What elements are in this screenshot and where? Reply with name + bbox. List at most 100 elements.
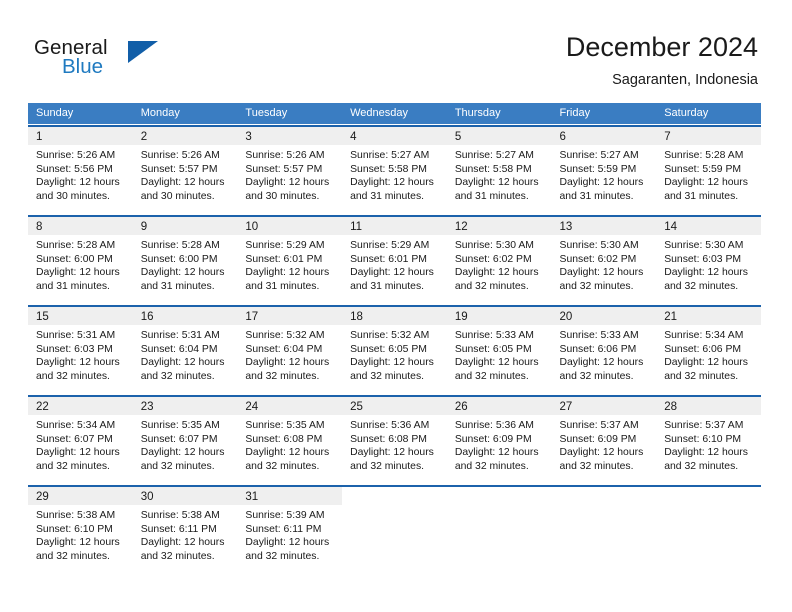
sunset-text: Sunset: 6:11 PM <box>245 523 322 535</box>
day-cell[interactable]: 31 Sunrise: 5:39 AM Sunset: 6:11 PM Dayl… <box>237 487 343 573</box>
sunset-text: Sunset: 5:59 PM <box>664 163 742 175</box>
daylight-text-line1: Daylight: 12 hours <box>454 447 539 459</box>
day-details: Sunrise: 5:26 AM Sunset: 5:57 PM Dayligh… <box>237 145 342 203</box>
day-cell[interactable]: 22 Sunrise: 5:34 AM Sunset: 6:07 PM Dayl… <box>28 397 133 483</box>
daylight-text-line1: Daylight: 12 hours <box>245 357 330 369</box>
daylight-text-line2: and 32 minutes. <box>245 460 320 472</box>
sunset-text: Sunset: 6:07 PM <box>36 433 113 445</box>
day-number: 6 <box>551 127 657 145</box>
weekday-header-saturday: Saturday <box>664 107 709 119</box>
day-cell[interactable]: 20 Sunrise: 5:33 AM Sunset: 6:06 PM Dayl… <box>551 307 657 393</box>
day-details: Sunrise: 5:30 AM Sunset: 6:02 PM Dayligh… <box>552 235 657 293</box>
day-number: 10 <box>237 217 343 235</box>
day-cell[interactable]: 29 Sunrise: 5:38 AM Sunset: 6:10 PM Dayl… <box>28 487 133 573</box>
sunrise-text: Sunrise: 5:26 AM <box>245 150 325 161</box>
day-cell[interactable]: 16 Sunrise: 5:31 AM Sunset: 6:04 PM Dayl… <box>132 307 238 393</box>
day-cell[interactable]: 12 Sunrise: 5:30 AM Sunset: 6:02 PM Dayl… <box>446 217 552 303</box>
daylight-text-line2: and 31 minutes. <box>245 280 320 292</box>
day-cell[interactable]: 4 Sunrise: 5:27 AM Sunset: 5:58 PM Dayli… <box>342 127 447 213</box>
sunset-text: Sunset: 6:03 PM <box>664 253 742 265</box>
daylight-text-line2: and 31 minutes. <box>559 190 634 202</box>
daylight-text-line2: and 31 minutes. <box>350 280 425 292</box>
sunrise-text: Sunrise: 5:36 AM <box>350 420 430 431</box>
daylight-text-line2: and 31 minutes. <box>140 280 215 292</box>
day-cell[interactable]: 2 Sunrise: 5:26 AM Sunset: 5:57 PM Dayli… <box>132 127 238 213</box>
sunset-text: Sunset: 6:08 PM <box>350 433 427 445</box>
daylight-text-line1: Daylight: 12 hours <box>140 177 225 189</box>
sunset-text: Sunset: 6:02 PM <box>454 253 532 265</box>
weekday-header-sunday: Sunday <box>36 107 74 119</box>
sunset-text: Sunset: 6:02 PM <box>559 253 637 265</box>
day-cell[interactable]: 24 Sunrise: 5:35 AM Sunset: 6:08 PM Dayl… <box>237 397 343 483</box>
sunset-text: Sunset: 5:58 PM <box>350 163 427 175</box>
week-row: 8 Sunrise: 5:28 AM Sunset: 6:00 PM Dayli… <box>28 215 761 303</box>
day-details: Sunrise: 5:37 AM Sunset: 6:10 PM Dayligh… <box>656 415 761 473</box>
day-number: 12 <box>446 217 552 235</box>
general-blue-logo[interactable]: General Blue <box>34 36 214 88</box>
sunrise-text: Sunrise: 5:28 AM <box>664 150 744 161</box>
day-cell[interactable]: 8 Sunrise: 5:28 AM Sunset: 6:00 PM Dayli… <box>28 217 133 303</box>
day-number: 23 <box>132 397 238 415</box>
day-cell[interactable]: 6 Sunrise: 5:27 AM Sunset: 5:59 PM Dayli… <box>551 127 657 213</box>
day-number <box>342 487 447 505</box>
day-cell[interactable]: 27 Sunrise: 5:37 AM Sunset: 6:09 PM Dayl… <box>551 397 657 483</box>
day-number: 21 <box>656 307 761 325</box>
day-details: Sunrise: 5:28 AM Sunset: 6:00 PM Dayligh… <box>28 235 133 293</box>
day-cell[interactable]: 9 Sunrise: 5:28 AM Sunset: 6:00 PM Dayli… <box>132 217 238 303</box>
sunset-text: Sunset: 6:01 PM <box>245 253 323 265</box>
day-cell[interactable]: 17 Sunrise: 5:32 AM Sunset: 6:04 PM Dayl… <box>237 307 343 393</box>
sunset-text: Sunset: 6:00 PM <box>36 253 113 265</box>
page-header: General Blue December 2024 Sagaranten, I… <box>0 0 792 100</box>
day-cell[interactable]: 7 Sunrise: 5:28 AM Sunset: 5:59 PM Dayli… <box>656 127 761 213</box>
day-cell[interactable]: 19 Sunrise: 5:33 AM Sunset: 6:05 PM Dayl… <box>446 307 552 393</box>
day-cell[interactable]: 21 Sunrise: 5:34 AM Sunset: 6:06 PM Dayl… <box>656 307 761 393</box>
day-details: Sunrise: 5:27 AM Sunset: 5:59 PM Dayligh… <box>552 145 657 203</box>
day-cell[interactable]: 15 Sunrise: 5:31 AM Sunset: 6:03 PM Dayl… <box>28 307 133 393</box>
day-cell[interactable]: 26 Sunrise: 5:36 AM Sunset: 6:09 PM Dayl… <box>446 397 552 483</box>
daylight-text-line1: Daylight: 12 hours <box>36 537 120 549</box>
daylight-text-line2: and 32 minutes. <box>664 280 739 292</box>
sunset-text: Sunset: 6:03 PM <box>36 343 113 355</box>
daylight-text-line2: and 32 minutes. <box>664 460 739 472</box>
day-cell[interactable]: 25 Sunrise: 5:36 AM Sunset: 6:08 PM Dayl… <box>342 397 447 483</box>
day-details: Sunrise: 5:38 AM Sunset: 6:10 PM Dayligh… <box>28 505 133 563</box>
day-details: Sunrise: 5:37 AM Sunset: 6:09 PM Dayligh… <box>552 415 657 473</box>
daylight-text-line2: and 31 minutes. <box>350 190 425 202</box>
day-cell[interactable]: 5 Sunrise: 5:27 AM Sunset: 5:58 PM Dayli… <box>446 127 552 213</box>
daylight-text-line2: and 32 minutes. <box>454 370 529 382</box>
weekday-header-monday: Monday <box>140 107 180 119</box>
day-cell[interactable]: 11 Sunrise: 5:29 AM Sunset: 6:01 PM Dayl… <box>342 217 447 303</box>
day-cell[interactable]: 1 Sunrise: 5:26 AM Sunset: 5:56 PM Dayli… <box>28 127 133 213</box>
sunrise-text: Sunrise: 5:32 AM <box>350 330 430 341</box>
daylight-text-line1: Daylight: 12 hours <box>245 267 330 279</box>
day-cell[interactable]: 10 Sunrise: 5:29 AM Sunset: 6:01 PM Dayl… <box>237 217 343 303</box>
day-details: Sunrise: 5:31 AM Sunset: 6:04 PM Dayligh… <box>133 325 238 383</box>
day-details: Sunrise: 5:26 AM Sunset: 5:57 PM Dayligh… <box>133 145 238 203</box>
day-cell-empty <box>551 487 657 573</box>
day-cell[interactable]: 30 Sunrise: 5:38 AM Sunset: 6:11 PM Dayl… <box>132 487 238 573</box>
day-number: 11 <box>342 217 447 235</box>
sunset-text: Sunset: 6:07 PM <box>140 433 218 445</box>
day-number: 3 <box>237 127 343 145</box>
daylight-text-line2: and 32 minutes. <box>140 550 215 562</box>
sunset-text: Sunset: 6:06 PM <box>664 343 742 355</box>
day-cell[interactable]: 28 Sunrise: 5:37 AM Sunset: 6:10 PM Dayl… <box>656 397 761 483</box>
day-number: 5 <box>446 127 552 145</box>
day-cell[interactable]: 23 Sunrise: 5:35 AM Sunset: 6:07 PM Dayl… <box>132 397 238 483</box>
day-number: 22 <box>28 397 133 415</box>
sunrise-text: Sunrise: 5:27 AM <box>454 150 534 161</box>
daylight-text-line2: and 32 minutes. <box>350 460 425 472</box>
day-cell[interactable]: 13 Sunrise: 5:30 AM Sunset: 6:02 PM Dayl… <box>551 217 657 303</box>
day-cell[interactable]: 3 Sunrise: 5:26 AM Sunset: 5:57 PM Dayli… <box>237 127 343 213</box>
day-cell[interactable]: 14 Sunrise: 5:30 AM Sunset: 6:03 PM Dayl… <box>656 217 761 303</box>
day-details: Sunrise: 5:30 AM Sunset: 6:03 PM Dayligh… <box>656 235 761 293</box>
day-details: Sunrise: 5:27 AM Sunset: 5:58 PM Dayligh… <box>447 145 552 203</box>
day-details: Sunrise: 5:29 AM Sunset: 6:01 PM Dayligh… <box>342 235 447 293</box>
day-cell[interactable]: 18 Sunrise: 5:32 AM Sunset: 6:05 PM Dayl… <box>342 307 447 393</box>
daylight-text-line2: and 32 minutes. <box>245 370 320 382</box>
sunset-text: Sunset: 6:04 PM <box>245 343 323 355</box>
daylight-text-line1: Daylight: 12 hours <box>559 177 644 189</box>
day-number: 9 <box>132 217 238 235</box>
daylight-text-line2: and 32 minutes. <box>36 550 110 562</box>
daylight-text-line2: and 30 minutes. <box>140 190 215 202</box>
